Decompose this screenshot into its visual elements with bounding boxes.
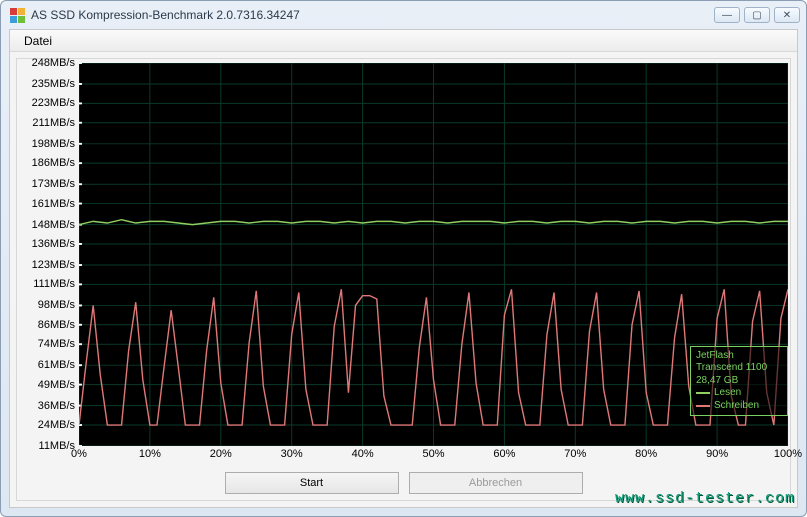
x-tick-label: 80%: [635, 448, 657, 460]
y-tick-label: 74MB/s: [38, 338, 75, 350]
x-tick-label: 100%: [774, 448, 802, 460]
legend-row-write: Schreiben: [696, 400, 782, 413]
x-tick-label: 50%: [422, 448, 444, 460]
chart-area: 11MB/s 24MB/s 36MB/s 49MB/s 61MB/s 74MB/s 86MB…: [17, 59, 790, 466]
x-tick-label: 10%: [139, 448, 161, 460]
x-tick-label: 30%: [281, 448, 303, 460]
minimize-button[interactable]: —: [714, 7, 740, 23]
button-row: Start Abbrechen: [17, 466, 790, 500]
y-tick-label: 198MB/s: [32, 138, 75, 150]
menubar: Datei: [10, 30, 797, 52]
y-tick-label: 173MB/s: [32, 178, 75, 190]
x-tick-label: 90%: [706, 448, 728, 460]
y-tick-label: 211MB/s: [32, 117, 75, 129]
x-tick-label: 0%: [71, 448, 87, 460]
y-tick-label: 36MB/s: [38, 400, 75, 412]
y-tick-label: 61MB/s: [38, 359, 75, 371]
titlebar[interactable]: AS SSD Kompression-Benchmark 2.0.7316.34…: [1, 1, 806, 29]
y-tick-label: 111MB/s: [33, 278, 75, 290]
legend-box: JetFlash Transcend 1100 28,47 GB Lesen S…: [690, 346, 788, 417]
x-tick-label: 40%: [352, 448, 374, 460]
y-tick-label: 161MB/s: [32, 198, 75, 210]
app-icon: [9, 7, 25, 23]
window-title: AS SSD Kompression-Benchmark 2.0.7316.34…: [31, 8, 714, 22]
y-tick-label: 248MB/s: [32, 57, 75, 69]
legend-write-label: Schreiben: [714, 400, 759, 413]
start-button[interactable]: Start: [225, 472, 399, 494]
app-window: AS SSD Kompression-Benchmark 2.0.7316.34…: [0, 0, 807, 517]
maximize-button[interactable]: ▢: [744, 7, 770, 23]
legend-row-read: Lesen: [696, 387, 782, 400]
window-controls: — ▢ ✕: [714, 7, 800, 23]
x-axis: 0%10%20%30%40%50%60%70%80%90%100%: [79, 448, 788, 466]
y-tick-label: 136MB/s: [32, 238, 75, 250]
legend-device: JetFlash Transcend 1100: [696, 350, 782, 375]
y-axis: 11MB/s24MB/s36MB/s49MB/s61MB/s74MB/s86MB…: [17, 59, 79, 446]
y-tick-label: 223MB/s: [32, 97, 75, 109]
x-tick-label: 20%: [210, 448, 232, 460]
y-tick-label: 11MB/s: [39, 440, 75, 452]
x-tick-label: 60%: [493, 448, 515, 460]
legend-swatch-write: [696, 405, 710, 407]
y-tick-label: 148MB/s: [32, 219, 75, 231]
y-tick-label: 86MB/s: [38, 319, 75, 331]
y-tick-label: 24MB/s: [38, 419, 75, 431]
legend-swatch-read: [696, 392, 710, 394]
y-tick-label: 123MB/s: [32, 259, 75, 271]
y-tick-label: 235MB/s: [32, 78, 75, 90]
client-area: Datei 11MB/s 24MB/s 36MB/s 49MB/s 61MB/s 74MB…: [9, 29, 798, 508]
y-tick-label: 49MB/s: [38, 379, 75, 391]
chart-plot: JetFlash Transcend 1100 28,47 GB Lesen S…: [79, 63, 788, 446]
cancel-button: Abbrechen: [409, 472, 583, 494]
x-tick-label: 70%: [564, 448, 586, 460]
y-tick-label: 98MB/s: [38, 299, 75, 311]
menu-file[interactable]: Datei: [18, 32, 58, 50]
close-button[interactable]: ✕: [774, 7, 800, 23]
chart-panel: 11MB/s 24MB/s 36MB/s 49MB/s 61MB/s 74MB/s 86MB…: [16, 58, 791, 501]
legend-read-label: Lesen: [714, 387, 741, 400]
legend-capacity: 28,47 GB: [696, 375, 782, 388]
y-tick-label: 186MB/s: [32, 157, 75, 169]
